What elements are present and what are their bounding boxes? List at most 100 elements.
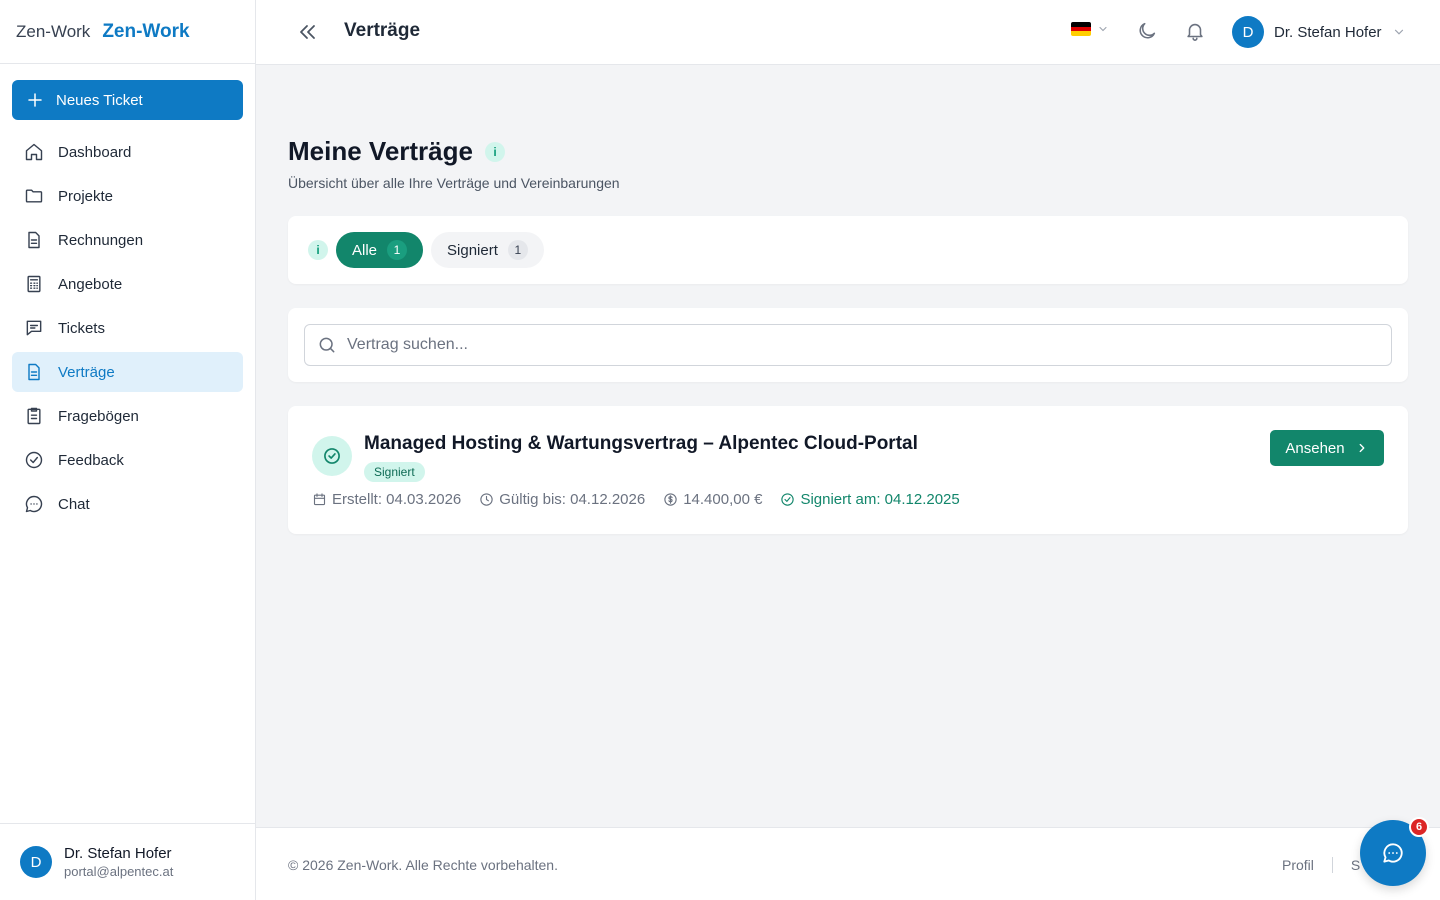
- filter-signed[interactable]: Signiert 1: [431, 232, 544, 268]
- collapse-sidebar-button[interactable]: [296, 20, 320, 44]
- sidebar-item-tickets[interactable]: Tickets: [12, 308, 243, 348]
- sidebar-item-chat[interactable]: Chat: [12, 484, 243, 524]
- footer-links: Profil S: [1282, 857, 1360, 873]
- view-button-label: Ansehen: [1285, 439, 1345, 457]
- sidebar-item-label: Tickets: [58, 319, 105, 337]
- filter-count: 1: [387, 240, 408, 260]
- clock-icon: [480, 493, 493, 506]
- filter-label: Alle: [352, 241, 378, 259]
- signed-date-text: Signiert am: 04.12.2025: [800, 491, 960, 508]
- sidebar-user-name: Dr. Stefan Hofer: [64, 845, 172, 862]
- file-contract-icon: [28, 363, 40, 381]
- page-title: Meine Verträge i: [288, 136, 505, 167]
- clipboard-icon: [27, 407, 41, 425]
- language-selector[interactable]: [1071, 22, 1109, 36]
- unread-badge: 6: [1409, 817, 1429, 837]
- message-circle-icon: [25, 495, 43, 513]
- sidebar-item-label: Chat: [58, 495, 90, 513]
- brand[interactable]: Zen-Work Zen-Work: [0, 0, 255, 64]
- theme-toggle-button[interactable]: [1136, 20, 1160, 44]
- sidebar-item-projekte[interactable]: Projekte: [12, 176, 243, 216]
- contract-meta: Erstellt: 04.03.2026 Gültig bis: 04.12.2…: [312, 491, 960, 508]
- sidebar-item-label: Feedback: [58, 451, 124, 469]
- filter-all[interactable]: Alle 1: [336, 232, 424, 268]
- sidebar-item-angebote[interactable]: Angebote: [12, 264, 243, 304]
- search-input[interactable]: [347, 336, 1347, 354]
- sidebar-item-label: Verträge: [58, 363, 115, 381]
- sidebar-nav: Dashboard Projekte Rechnungen Angebote T…: [12, 132, 243, 528]
- avatar: D: [1232, 16, 1264, 48]
- notifications-button[interactable]: [1184, 20, 1208, 44]
- dollar-icon: [664, 493, 677, 506]
- chevron-down-icon: [1394, 29, 1403, 35]
- filter-label: Signiert: [447, 241, 498, 259]
- filter-info-badge[interactable]: i: [308, 240, 328, 260]
- status-filters: i Alle 1 Signiert 1: [308, 232, 544, 268]
- created-date: Erstellt: 04.03.2026: [312, 491, 461, 508]
- filter-card: i Alle 1 Signiert 1: [288, 216, 1408, 284]
- sidebar-item-frageboegen[interactable]: Fragebögen: [12, 396, 243, 436]
- contract-status-icon: [312, 436, 352, 476]
- calculator-icon: [27, 275, 41, 293]
- plus-icon: [28, 93, 42, 107]
- search-card: [288, 308, 1408, 382]
- chat-bubble-icon: [1383, 843, 1403, 863]
- message-square-icon: [26, 320, 42, 336]
- sidebar-user[interactable]: D Dr. Stefan Hofer portal@alpentec.at: [0, 823, 255, 900]
- sidebar: Zen-Work Zen-Work Neues Ticket Dashboard…: [0, 0, 256, 900]
- filter-count: 1: [507, 240, 528, 260]
- german-flag-icon: [1071, 22, 1091, 36]
- sidebar-item-label: Fragebögen: [58, 407, 139, 425]
- signed-date: Signiert am: 04.12.2025: [780, 491, 960, 508]
- top-header: Verträge D Dr. Stefan Hofer: [256, 0, 1440, 65]
- contract-title[interactable]: Managed Hosting & Wartungsvertrag – Alpe…: [364, 433, 918, 455]
- footer-link-profil[interactable]: Profil: [1282, 857, 1314, 873]
- chevron-right-icon: [1359, 443, 1365, 453]
- sidebar-user-email: portal@alpentec.at: [64, 864, 174, 879]
- sidebar-item-dashboard[interactable]: Dashboard: [12, 132, 243, 172]
- footer-link-settings[interactable]: S: [1351, 857, 1360, 873]
- sidebar-item-label: Projekte: [58, 187, 114, 205]
- sidebar-item-label: Angebote: [58, 275, 123, 293]
- contract-card: Managed Hosting & Wartungsvertrag – Alpe…: [288, 406, 1408, 534]
- new-ticket-button[interactable]: Neues Ticket: [12, 80, 243, 120]
- chevron-down-icon: [1099, 26, 1107, 32]
- info-badge[interactable]: i: [484, 141, 505, 162]
- contract-amount: 14.400,00 €: [663, 491, 762, 508]
- sidebar-item-rechnungen[interactable]: Rechnungen: [12, 220, 243, 260]
- home-icon: [25, 143, 43, 161]
- valid-until: Gültig bis: 04.12.2026: [479, 491, 645, 508]
- check-circle-icon: [324, 448, 340, 464]
- moon-icon: [1139, 22, 1156, 39]
- page-header-title: Verträge: [344, 20, 421, 41]
- file-text-icon: [28, 231, 40, 249]
- brand-logo: Zen-Work: [16, 21, 91, 41]
- created-date-text: Erstellt: 04.03.2026: [332, 491, 462, 508]
- user-menu[interactable]: D Dr. Stefan Hofer: [1232, 16, 1406, 48]
- sidebar-item-label: Dashboard: [58, 143, 132, 161]
- page-subtitle: Übersicht über alle Ihre Verträge und Ve…: [288, 175, 620, 191]
- sidebar-item-feedback[interactable]: Feedback: [12, 440, 243, 480]
- folder-icon: [25, 189, 43, 203]
- copyright: © 2026 Zen-Work. Alle Rechte vorbehalten…: [288, 857, 558, 873]
- bell-icon: [1187, 23, 1203, 41]
- check-circle-icon: [25, 451, 43, 469]
- chevrons-left-icon: [300, 25, 315, 39]
- valid-until-text: Gültig bis: 04.12.2026: [499, 491, 646, 508]
- search-box[interactable]: [304, 324, 1392, 366]
- check-circle-icon: [781, 493, 795, 506]
- amount-text: 14.400,00 €: [683, 491, 763, 508]
- avatar: D: [20, 846, 52, 878]
- divider: [1331, 857, 1333, 873]
- brand-name: Zen-Work: [102, 20, 190, 42]
- sidebar-item-vertraege[interactable]: Verträge: [12, 352, 243, 392]
- calendar-icon: [313, 493, 326, 506]
- view-contract-button[interactable]: Ansehen: [1270, 430, 1384, 466]
- sidebar-item-label: Rechnungen: [58, 231, 144, 249]
- page-title-text: Meine Verträge: [288, 136, 473, 166]
- status-badge: Signiert: [364, 462, 425, 482]
- search-icon: [319, 337, 335, 353]
- new-ticket-label: Neues Ticket: [56, 91, 143, 109]
- header-user-name: Dr. Stefan Hofer: [1274, 23, 1382, 41]
- footer: © 2026 Zen-Work. Alle Rechte vorbehalten…: [256, 827, 1440, 900]
